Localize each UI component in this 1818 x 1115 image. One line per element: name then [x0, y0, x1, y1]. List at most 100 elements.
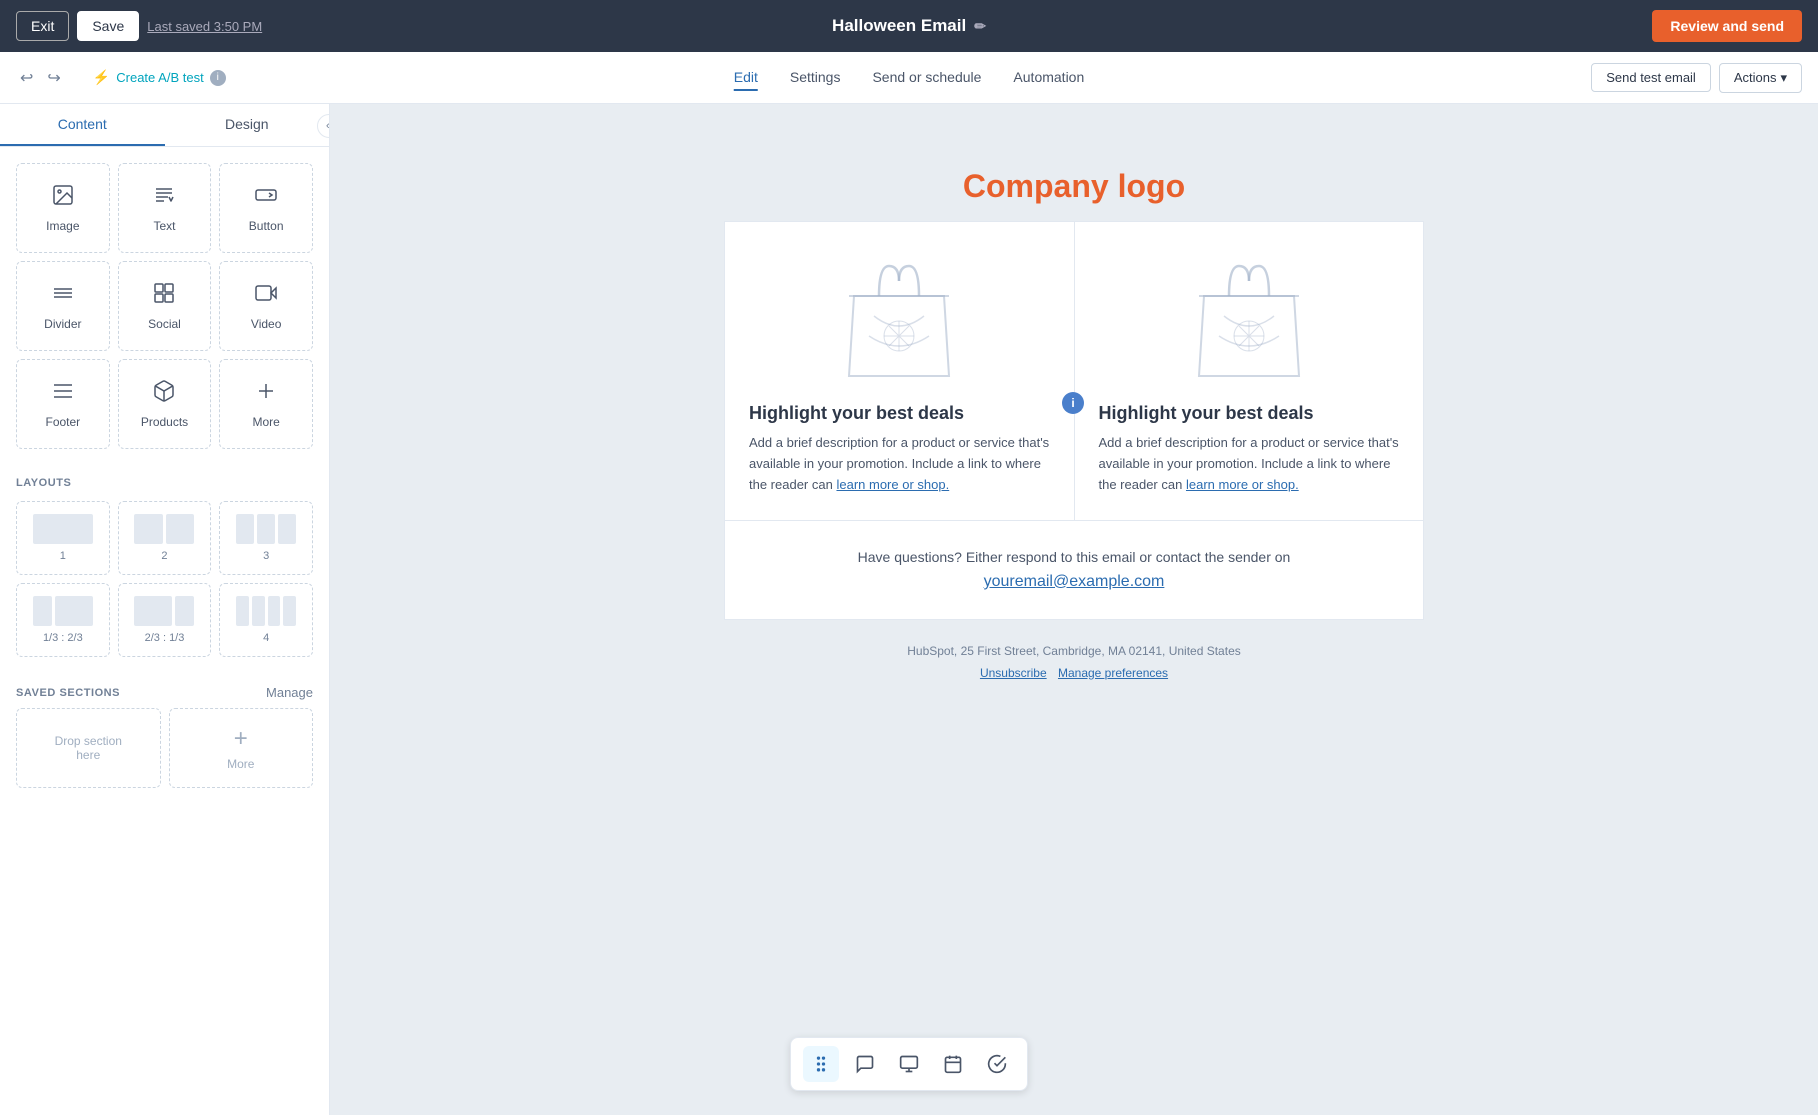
footer-block-icon — [51, 379, 75, 409]
layout-1-3-2-3[interactable]: 1/3 : 2/3 — [16, 583, 110, 657]
block-image[interactable]: Image — [16, 163, 110, 253]
top-bar-right: Review and send — [1652, 10, 1802, 42]
footer-email-container: youremail@example.com — [753, 573, 1395, 591]
manage-preferences-link[interactable]: Manage preferences — [1058, 666, 1168, 680]
block-button-label: Button — [249, 219, 284, 233]
layout-4-label: 4 — [263, 632, 269, 644]
actions-button[interactable]: Actions ▾ — [1719, 63, 1802, 93]
layout-2-label: 2 — [161, 550, 167, 562]
layout-2-3-1-3[interactable]: 2/3 : 1/3 — [118, 583, 212, 657]
layout-col — [236, 514, 254, 544]
tab-edit[interactable]: Edit — [734, 65, 758, 91]
block-button[interactable]: Button — [219, 163, 313, 253]
product-1-bag-svg — [834, 246, 964, 386]
product-2-desc: Add a brief description for a product or… — [1099, 433, 1400, 495]
more-saved-label: More — [227, 757, 254, 771]
tab-design[interactable]: Design — [165, 104, 330, 146]
toolbar-desktop-button[interactable] — [891, 1046, 927, 1082]
tab-send-or-schedule[interactable]: Send or schedule — [872, 65, 981, 91]
ab-test-icon: ⚡ — [93, 69, 110, 86]
exit-button[interactable]: Exit — [16, 11, 69, 41]
review-and-send-button[interactable]: Review and send — [1652, 10, 1802, 42]
layout-3[interactable]: 3 — [219, 501, 313, 575]
edit-title-icon[interactable]: ✏ — [974, 18, 986, 35]
block-social[interactable]: Social — [118, 261, 212, 351]
more-saved-icon: + — [234, 725, 248, 753]
main-layout: « Content Design Image — [0, 104, 1818, 1115]
saved-sections-grid: Drop sectionhere + More — [0, 708, 329, 804]
text-block-icon — [152, 183, 176, 213]
ab-test-link[interactable]: Create A/B test — [116, 70, 203, 85]
layout-2-3-1-3-preview — [134, 596, 194, 626]
social-block-icon — [152, 281, 176, 311]
product-1-desc: Add a brief description for a product or… — [749, 433, 1050, 495]
toolbar-calendar-button[interactable] — [935, 1046, 971, 1082]
product-1-col: Highlight your best deals Add a brief de… — [725, 222, 1075, 520]
manage-link[interactable]: Manage — [266, 685, 313, 700]
image-block-icon — [51, 183, 75, 213]
email-footer-section: Have questions? Either respond to this e… — [725, 521, 1423, 619]
block-footer[interactable]: Footer — [16, 359, 110, 449]
toolbar-comment-button[interactable] — [847, 1046, 883, 1082]
block-video[interactable]: Video — [219, 261, 313, 351]
sidebar: « Content Design Image — [0, 104, 330, 1115]
send-test-email-button[interactable]: Send test email — [1591, 63, 1711, 92]
saved-sections-title: SAVED SECTIONS — [16, 687, 120, 699]
layout-4[interactable]: 4 — [219, 583, 313, 657]
layout-2[interactable]: 2 — [118, 501, 212, 575]
save-button[interactable]: Save — [77, 11, 139, 41]
products-block-icon — [152, 379, 176, 409]
more-block-icon — [254, 379, 278, 409]
layout-col — [134, 514, 163, 544]
ab-test-info-icon[interactable]: i — [210, 70, 226, 86]
top-bar-center: Halloween Email ✏ — [832, 16, 986, 36]
products-section: i — [725, 222, 1423, 521]
meta-address: HubSpot, 25 First Street, Cambridge, MA … — [724, 644, 1424, 658]
product-1-link[interactable]: learn more or shop. — [836, 477, 949, 492]
tab-settings[interactable]: Settings — [790, 65, 841, 91]
layout-col — [175, 596, 194, 626]
top-bar-left: Exit Save Last saved 3:50 PM — [16, 11, 262, 41]
layout-1[interactable]: 1 — [16, 501, 110, 575]
toolbar-check-button[interactable] — [979, 1046, 1015, 1082]
redo-button[interactable]: ↪ — [43, 64, 64, 92]
content-blocks-grid: Image Text — [0, 147, 329, 465]
block-image-label: Image — [46, 219, 79, 233]
email-body: i — [724, 221, 1424, 620]
undo-button[interactable]: ↩ — [16, 64, 37, 92]
block-products-label: Products — [141, 415, 188, 429]
layout-2-preview — [134, 514, 194, 544]
tab-content[interactable]: Content — [0, 104, 165, 146]
product-2-link[interactable]: learn more or shop. — [1186, 477, 1299, 492]
info-bubble[interactable]: i — [1062, 392, 1084, 414]
toolbar-drag-button[interactable] — [803, 1046, 839, 1082]
top-bar: Exit Save Last saved 3:50 PM Halloween E… — [0, 0, 1818, 52]
block-social-label: Social — [148, 317, 181, 331]
unsubscribe-link[interactable]: Unsubscribe — [980, 666, 1047, 680]
product-1-image — [749, 246, 1050, 386]
tab-automation[interactable]: Automation — [1013, 65, 1084, 91]
layout-col — [33, 596, 52, 626]
footer-text: Have questions? Either respond to this e… — [753, 549, 1395, 565]
block-products[interactable]: Products — [118, 359, 212, 449]
nav-right: Send test email Actions ▾ — [1591, 63, 1802, 93]
chevron-down-icon: ▾ — [1780, 70, 1787, 86]
footer-email-link[interactable]: youremail@example.com — [984, 573, 1165, 590]
more-saved-item[interactable]: + More — [169, 708, 314, 788]
divider-block-icon — [51, 281, 75, 311]
email-products: Highlight your best deals Add a brief de… — [725, 222, 1423, 521]
nav-bar: ↩ ↪ ⚡ Create A/B test i Edit Settings Se… — [0, 52, 1818, 104]
nav-center: Edit Settings Send or schedule Automatio… — [734, 65, 1085, 91]
product-2-col: Highlight your best deals Add a brief de… — [1075, 222, 1424, 520]
layout-2-3-1-3-label: 2/3 : 1/3 — [145, 632, 185, 644]
block-more[interactable]: More — [219, 359, 313, 449]
layout-1-3-2-3-preview — [33, 596, 93, 626]
email-container: Company logo i — [724, 144, 1424, 680]
product-2-title: Highlight your best deals — [1099, 402, 1314, 425]
block-divider[interactable]: Divider — [16, 261, 110, 351]
layout-col — [33, 514, 93, 544]
block-text[interactable]: Text — [118, 163, 212, 253]
drop-section-item[interactable]: Drop sectionhere — [16, 708, 161, 788]
product-1-title: Highlight your best deals — [749, 402, 964, 425]
button-block-icon — [254, 183, 278, 213]
